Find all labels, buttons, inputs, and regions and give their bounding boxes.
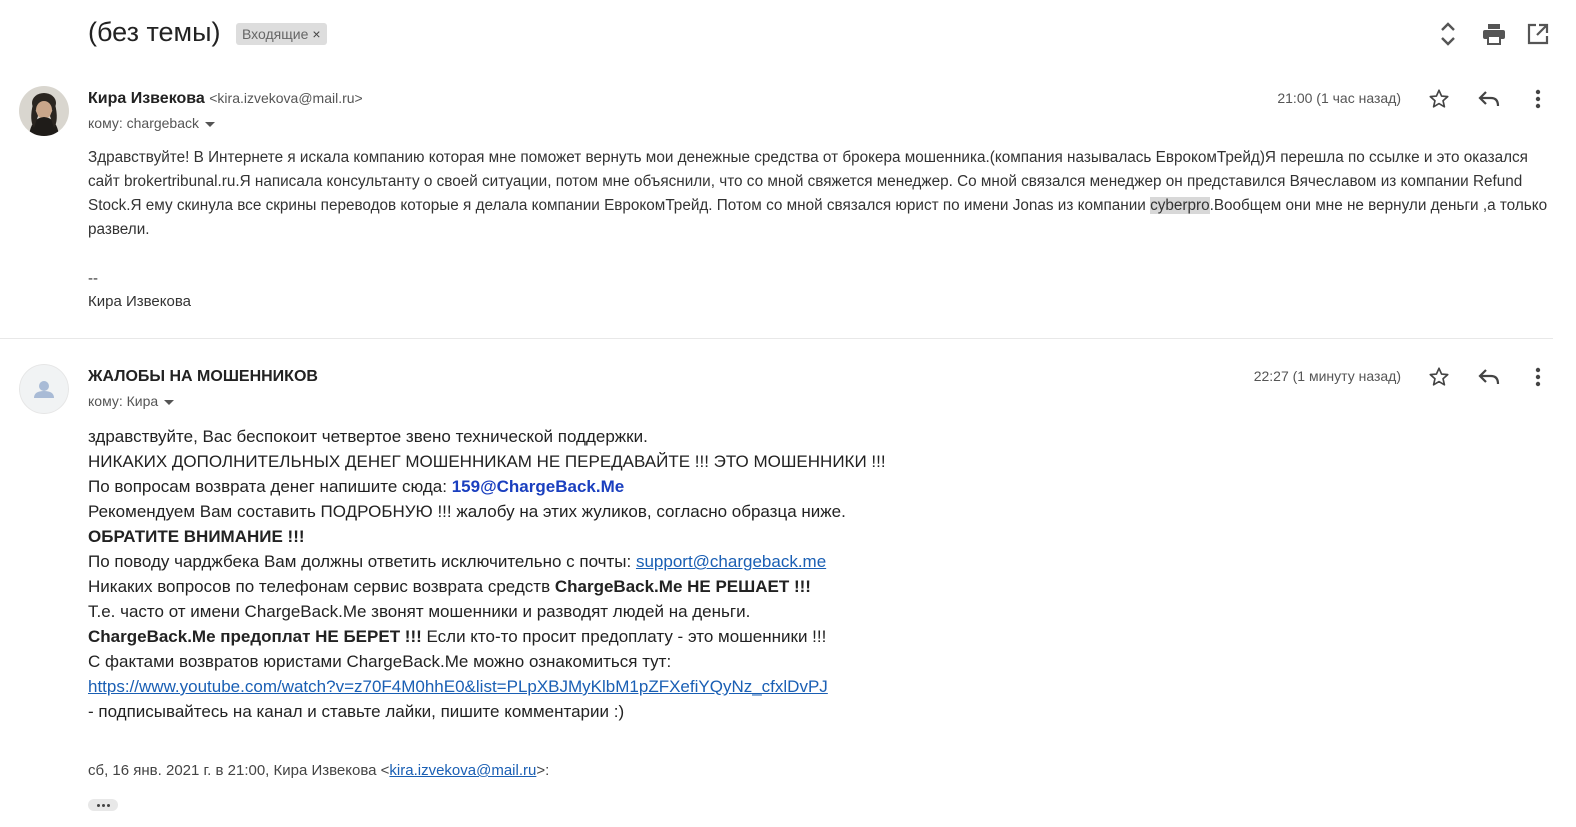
sender-name: ЖАЛОБЫ НА МОШЕННИКОВ	[88, 368, 318, 385]
body-line: С фактами возвратов юристами ChargeBack.…	[88, 652, 672, 671]
body-line: Т.е. часто от имени ChargeBack.Me звонят…	[88, 602, 751, 621]
more-options-icon[interactable]	[1523, 362, 1553, 392]
body-bold-text: ChargeBack.Me предоплат НЕ БЕРЕТ !!!	[88, 627, 422, 646]
youtube-link[interactable]: https://www.youtube.com/watch?v=z70F4M0h…	[88, 677, 828, 696]
body-line: Рекомендуем Вам составить ПОДРОБНУЮ !!! …	[88, 502, 846, 521]
email-link[interactable]: 159@ChargeBack.Me	[452, 477, 625, 496]
message-body: Здравствуйте! В Интернете я искала компа…	[88, 146, 1553, 242]
expand-collapse-icon[interactable]	[1434, 20, 1462, 48]
message-body: здравствуйте, Вас беспокоит четвертое зв…	[88, 424, 1548, 724]
reply-icon[interactable]	[1474, 84, 1504, 114]
body-line: ChargeBack.Me предоплат НЕ БЕРЕТ !!! Есл…	[88, 624, 1548, 649]
sender-email: <kira.izvekova@mail.ru>	[209, 90, 363, 106]
body-line-bold: ОБРАТИТЕ ВНИМАНИЕ !!!	[88, 527, 305, 546]
body-line: - подписывайтесь на канал и ставьте лайк…	[88, 702, 625, 721]
body-text: Никаких вопросов по телефонам сервис воз…	[88, 577, 555, 596]
thread-header: (без темы) Входящие ×	[0, 0, 1576, 70]
print-icon[interactable]	[1480, 20, 1508, 48]
thread-subject: (без темы)	[88, 17, 221, 47]
signature-name: Кира Извекова	[88, 293, 191, 310]
body-text: По вопросам возврата денег напишите сюда…	[88, 477, 452, 496]
reply-icon[interactable]	[1474, 362, 1504, 392]
recipients-dropdown[interactable]: кому: chargeback	[88, 115, 216, 131]
recipients-text: кому: Кира	[88, 393, 159, 409]
body-bold-text: ChargeBack.Me НЕ РЕШАЕТ !!!	[554, 577, 811, 596]
inbox-label-chip[interactable]: Входящие ×	[236, 23, 327, 45]
signature-separator: --	[88, 270, 98, 287]
chevron-down-icon	[164, 399, 175, 405]
highlighted-term: cyberpro	[1150, 197, 1210, 214]
sender-avatar[interactable]	[19, 86, 69, 136]
quote-text: сб, 16 янв. 2021 г. в 21:00, Кира Извеко…	[88, 762, 390, 779]
message-time: 22:27 (1 минуту назад)	[1253, 368, 1401, 384]
body-line: По поводу чарджбека Вам должны ответить …	[88, 549, 1548, 574]
message-divider	[0, 338, 1553, 339]
quote-text-end: >:	[536, 762, 550, 779]
body-line: https://www.youtube.com/watch?v=z70F4M0h…	[88, 674, 1548, 699]
body-text: По поводу чарджбека Вам должны ответить …	[88, 552, 636, 571]
body-line: НИКАКИХ ДОПОЛНИТЕЛЬНЫХ ДЕНЕГ МОШЕННИКАМ …	[88, 452, 886, 471]
body-line: По вопросам возврата денег напишите сюда…	[88, 474, 1548, 499]
body-text: Если кто-то просит предоплату - это моше…	[421, 627, 827, 646]
label-text: Входящие	[242, 26, 309, 42]
show-trimmed-content-button[interactable]	[88, 799, 118, 811]
more-options-icon[interactable]	[1523, 84, 1553, 114]
message-time: 21:00 (1 час назад)	[1277, 90, 1401, 106]
chevron-down-icon	[205, 121, 216, 127]
sender-name-text: Кира Извекова	[88, 90, 205, 107]
quote-email-link[interactable]: kira.izvekova@mail.ru	[389, 762, 536, 779]
star-icon[interactable]	[1424, 362, 1454, 392]
support-email-link[interactable]: support@chargeback.me	[636, 552, 826, 571]
open-in-new-window-icon[interactable]	[1524, 20, 1552, 48]
sender-name: Кира Извекова <kira.izvekova@mail.ru>	[88, 90, 363, 108]
body-line: Никаких вопросов по телефонам сервис воз…	[88, 574, 1548, 599]
recipients-dropdown[interactable]: кому: Кира	[88, 393, 175, 409]
body-line: здравствуйте, Вас беспокоит четвертое зв…	[88, 427, 648, 446]
remove-label-icon[interactable]: ×	[312, 26, 320, 42]
recipients-text: кому: chargeback	[88, 115, 200, 131]
star-icon[interactable]	[1424, 84, 1454, 114]
sender-avatar-default[interactable]	[19, 364, 69, 414]
quoted-message-header: сб, 16 янв. 2021 г. в 21:00, Кира Извеко…	[88, 762, 549, 779]
